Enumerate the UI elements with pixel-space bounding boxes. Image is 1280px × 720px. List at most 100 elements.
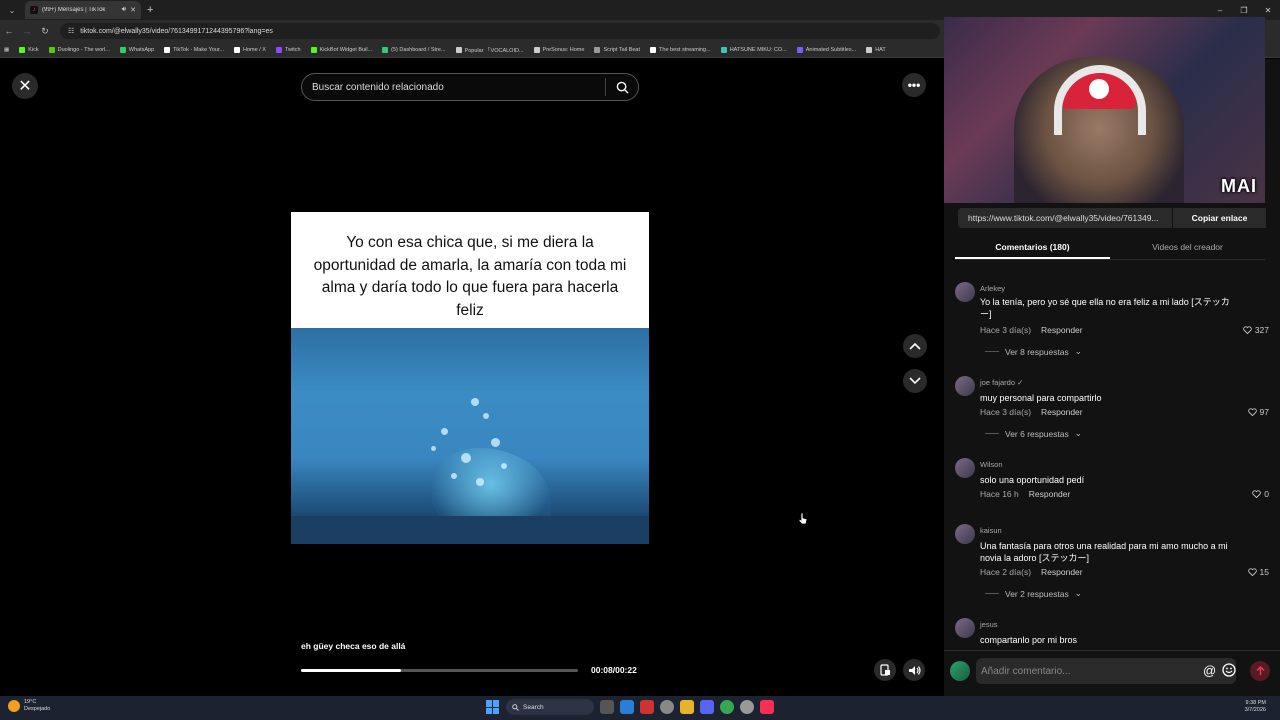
- video-player[interactable]: Buscar contenido relacionado Yo con esa …: [291, 59, 649, 696]
- more-options-button[interactable]: •••: [902, 73, 926, 97]
- comment-input[interactable]: Añadir comentario...: [976, 658, 1236, 684]
- bookmark-item[interactable]: Animated Subtitles...: [796, 46, 856, 53]
- commenter-name[interactable]: jesus: [980, 620, 998, 629]
- outlook-icon[interactable]: [620, 700, 634, 714]
- browser-tab[interactable]: ♪ (99+) Mensajes | TikTok 🔊︎ ✕: [25, 1, 141, 19]
- start-button[interactable]: [486, 700, 500, 714]
- commenter-avatar[interactable]: [955, 524, 975, 544]
- commenter-avatar[interactable]: [955, 618, 975, 638]
- like-button[interactable]: 0: [1252, 489, 1269, 499]
- like-button[interactable]: 15: [1247, 567, 1269, 577]
- reply-button[interactable]: Responder: [1041, 325, 1083, 335]
- view-replies-button[interactable]: Ver 2 respuestas ⌄: [985, 588, 1082, 599]
- weather-widget[interactable]: 19°C Despejado: [8, 699, 50, 713]
- emoji-icon[interactable]: [1222, 663, 1236, 677]
- view-replies-button[interactable]: Ver 8 respuestas ⌄: [985, 346, 1082, 357]
- tab-title: (99+) Mensajes | TikTok: [42, 7, 106, 13]
- back-button[interactable]: ←: [0, 26, 18, 36]
- system-clock[interactable]: 9:38 PM 3/7/2026: [1245, 700, 1266, 714]
- bookmark-label: TikTok - Make Your...: [173, 46, 225, 53]
- bookmark-label: Home / X: [243, 46, 266, 53]
- comment-text: compartanlo por mi bros: [980, 635, 1078, 645]
- bubble: [501, 463, 507, 469]
- tab-creator-videos[interactable]: Videos del creador: [1110, 238, 1265, 259]
- view-replies-button[interactable]: Ver 6 respuestas ⌄: [985, 428, 1082, 439]
- close-video-button[interactable]: ✕: [12, 73, 38, 99]
- music-icon[interactable]: [760, 700, 774, 714]
- related-search-input[interactable]: Buscar contenido relacionado: [301, 73, 639, 101]
- task-view-icon[interactable]: [600, 700, 614, 714]
- discord-icon[interactable]: [700, 700, 714, 714]
- tab-list-button[interactable]: ⌄: [3, 1, 21, 19]
- app-icon[interactable]: [640, 700, 654, 714]
- bookmark-label: Popular 「VOCALOID...: [464, 47, 524, 54]
- commenter-name[interactable]: Wilson: [980, 460, 1003, 469]
- webcam-overlay: MAI: [944, 17, 1265, 203]
- apps-icon[interactable]: ▦: [4, 47, 9, 53]
- search-icon[interactable]: [606, 81, 638, 94]
- video-progress-bar[interactable]: [301, 669, 578, 672]
- bookmark-label: KickBot Widget Buil...: [319, 46, 373, 53]
- comment-time: Hace 16 h: [980, 489, 1019, 499]
- bookmark-label: PreSonus: Home: [542, 46, 585, 53]
- previous-video-button[interactable]: [903, 334, 927, 358]
- file-explorer-icon[interactable]: [680, 700, 694, 714]
- copy-link-button[interactable]: Copiar enlace: [1172, 208, 1266, 228]
- send-comment-button[interactable]: [1250, 661, 1270, 681]
- reply-button[interactable]: Responder: [1041, 407, 1083, 417]
- settings-icon[interactable]: [740, 700, 754, 714]
- bookmark-item[interactable]: Home / X: [234, 46, 266, 53]
- floating-player-button[interactable]: [874, 659, 896, 681]
- forward-button[interactable]: →: [18, 26, 36, 36]
- bookmark-item[interactable]: WhatsApp: [119, 46, 154, 53]
- new-tab-button[interactable]: +: [147, 4, 153, 16]
- bookmark-item[interactable]: Twitch: [275, 46, 301, 53]
- bookmark-item[interactable]: Kick: [19, 46, 39, 53]
- bookmark-item[interactable]: HATSUNE MIKU: CO...: [720, 46, 787, 53]
- commenter-avatar[interactable]: [955, 376, 975, 396]
- site-info-icon[interactable]: ☷: [68, 27, 74, 35]
- tab-close-icon[interactable]: ✕: [130, 6, 136, 14]
- chrome-icon[interactable]: [720, 700, 734, 714]
- reply-button[interactable]: Responder: [1029, 489, 1071, 499]
- bookmark-item[interactable]: KickBot Widget Buil...: [310, 46, 373, 53]
- next-video-button[interactable]: [903, 369, 927, 393]
- bookmark-favicon-icon: [119, 46, 126, 53]
- share-link-field[interactable]: https://www.tiktok.com/@elwally35/video/…: [958, 208, 1172, 228]
- comment-text: Yo la tenía, pero yo sé que ella no era …: [980, 297, 1230, 319]
- bookmark-item[interactable]: The best streaming...: [650, 46, 711, 53]
- arrow-up-icon: [1255, 666, 1265, 675]
- reload-button[interactable]: ↻: [36, 26, 54, 37]
- replies-line: [985, 351, 999, 352]
- bookmark-item[interactable]: HAT: [866, 46, 886, 53]
- bookmark-item[interactable]: Popular 「VOCALOID...: [455, 46, 524, 54]
- bookmark-favicon-icon: [533, 46, 540, 53]
- mention-icon[interactable]: @: [1203, 663, 1216, 678]
- reply-button[interactable]: Responder: [1041, 567, 1083, 577]
- comment-text: Una fantasía para otros una realidad par…: [980, 541, 1228, 563]
- current-user-avatar[interactable]: [950, 661, 970, 681]
- like-button[interactable]: 97: [1247, 407, 1269, 417]
- commenter-name[interactable]: joe fajardo ✓: [980, 378, 1023, 387]
- volume-button[interactable]: [903, 659, 925, 681]
- comment-item: jesus compartanlo por mi bros: [955, 616, 1273, 648]
- commenter-avatar[interactable]: [955, 282, 975, 302]
- tab-audio-icon[interactable]: 🔊︎: [122, 6, 126, 14]
- bookmark-item[interactable]: (5) Dashboard / Stre...: [382, 46, 446, 53]
- bookmark-item[interactable]: Script Tail Beat: [594, 46, 640, 53]
- bookmark-item[interactable]: TikTok - Make Your...: [164, 46, 225, 53]
- commenter-avatar[interactable]: [955, 458, 975, 478]
- tab-comments[interactable]: Comentarios (180): [955, 238, 1110, 259]
- bookmark-item[interactable]: PreSonus: Home: [533, 46, 585, 53]
- share-link-row: https://www.tiktok.com/@elwally35/video/…: [958, 207, 1266, 229]
- like-button[interactable]: 327: [1243, 325, 1269, 335]
- commenter-name[interactable]: Arlekey: [980, 284, 1005, 293]
- commenter-name[interactable]: kaisun: [980, 526, 1002, 535]
- openai-icon[interactable]: [660, 700, 674, 714]
- address-bar[interactable]: ☷ tiktok.com/@elwally35/video/7613499171…: [60, 23, 940, 39]
- bookmark-label: Kick: [28, 46, 39, 53]
- bookmark-item[interactable]: Duolingo - The worl...: [48, 46, 110, 53]
- clock-date: 3/7/2026: [1244, 707, 1266, 713]
- replies-line: [985, 593, 999, 594]
- taskbar-search[interactable]: Search: [506, 699, 594, 715]
